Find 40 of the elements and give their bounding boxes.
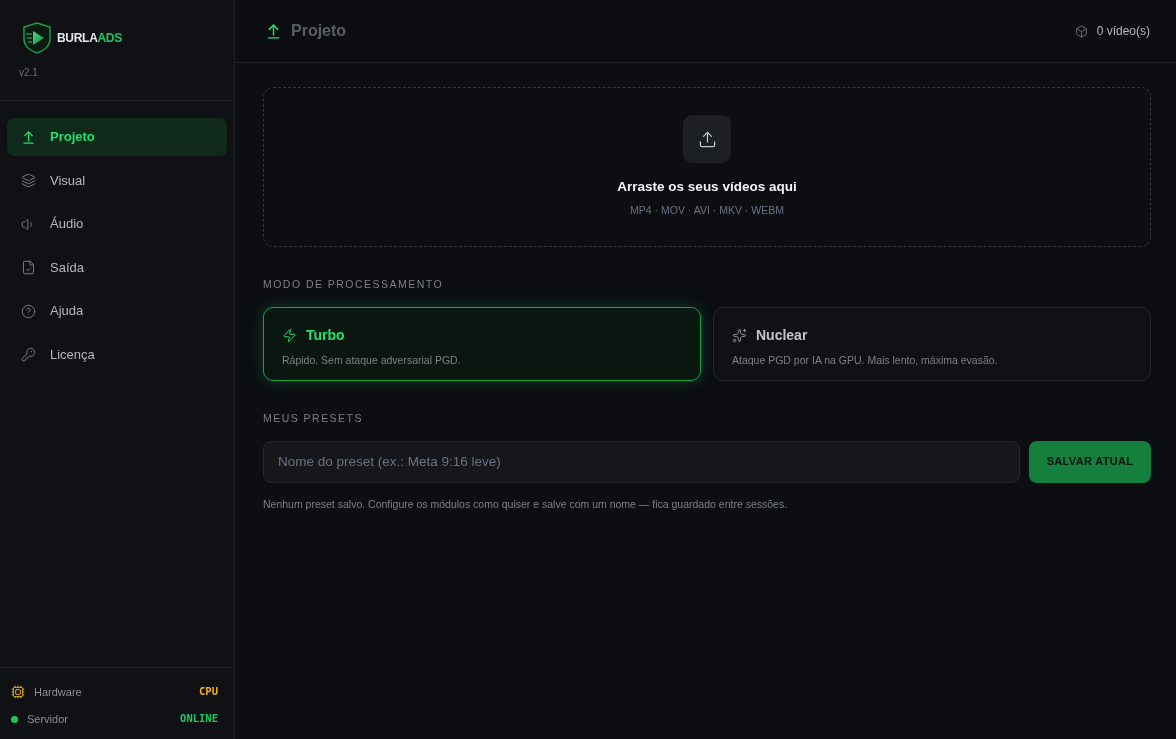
chip-icon [11,685,25,699]
video-count: 0 vídeo(s) [1096,23,1150,40]
upload-icon [21,129,36,145]
status-label: Servidor [27,711,68,727]
section-label: MODO DE PROCESSAMENTO [263,277,444,292]
mode-card[interactable]: Nuclear Ataque PGD por IA na GPU. Mais lento, máxima evasão. [713,306,1151,381]
layers-icon [21,173,36,188]
cube-icon [1074,24,1088,38]
file-check-icon [21,260,36,275]
dropzone[interactable]: Arraste os seus vídeos aqui MP4 · MOV · AVI · MKV · WEBM [263,87,1151,247]
section-label: MEUS PRESETS [263,410,363,426]
sidebar-nav-item[interactable]: Licença [7,335,227,374]
mode-description: Ataque PGD por IA na GPU. Mais lento, máxima evasão. [732,352,998,368]
save-button[interactable]: SALVAR ATUAL [1029,440,1151,483]
lightning-icon [282,327,297,343]
upload-icon [265,22,282,40]
sidebar-nav-item[interactable]: Saída [7,248,227,287]
key-icon [21,347,36,362]
dropzone-formats: MP4 · MOV · AVI · MKV · WEBM [630,203,784,219]
sidebar-nav-item[interactable]: Ajuda [7,292,227,330]
mode-title: Turbo [306,325,345,345]
preset-name-input[interactable]: Nome do preset (ex.: Meta 9:16 leve) [263,440,1020,483]
status-value: ONLINE [180,711,218,727]
upload-tile-icon [683,115,731,163]
mode-description: Rápido. Sem ataque adversarial PGD. [282,352,461,368]
sidebar-nav-item[interactable]: Áudio [7,205,227,243]
presets-empty-message: Nenhum preset salvo. Configure os módulos como quiser e salve com um nome — fica guardado entre sessões. [263,496,788,512]
help-icon [21,303,36,319]
mode-title: Nuclear [756,325,808,345]
sidebar-nav-item[interactable]: Projeto [7,118,227,156]
page-title: Projeto [291,21,347,41]
dropzone-title: Arraste os seus vídeos aqui [617,178,797,196]
status-value: CPU [199,684,218,700]
version-label: v2.1 [19,68,38,78]
mode-card[interactable]: Turbo Rápido. Sem ataque adversarial PGD. [263,306,701,381]
sparkles-icon [732,327,747,343]
sidebar-nav-item[interactable]: Visual [7,161,227,200]
brand-name: BURLAADS [57,32,122,44]
status-label: Hardware [34,684,82,700]
shield-logo-icon [22,22,52,54]
